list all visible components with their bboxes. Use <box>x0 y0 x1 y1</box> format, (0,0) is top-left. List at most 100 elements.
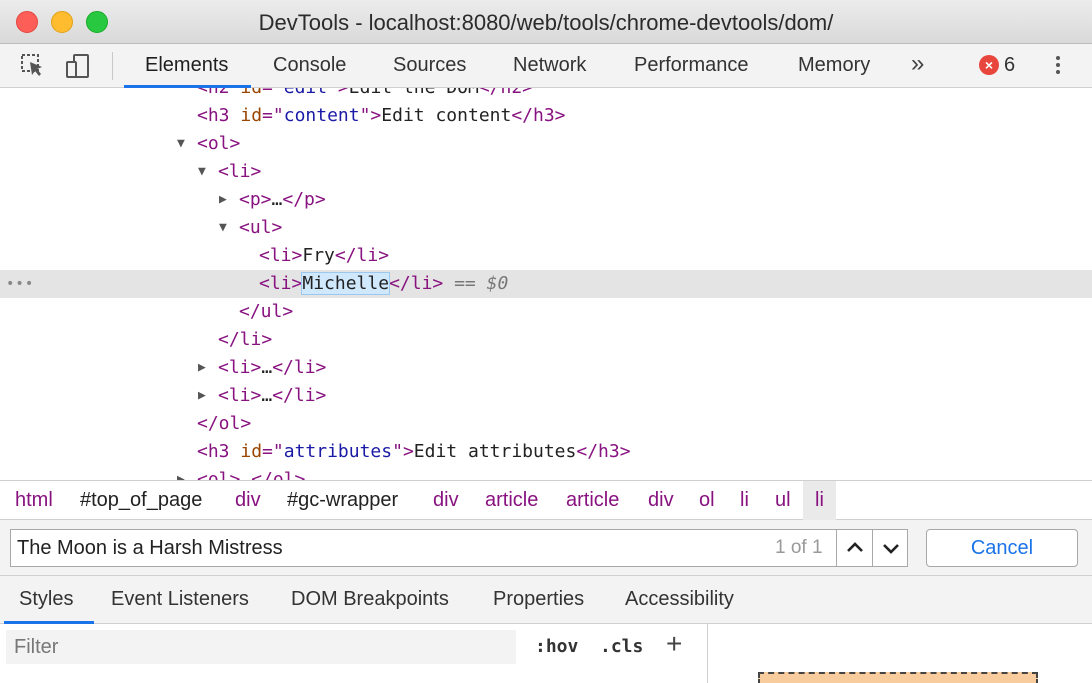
previous-match-button[interactable] <box>836 530 872 566</box>
more-tabs-button[interactable]: » <box>911 44 924 88</box>
breadcrumb-item[interactable]: div <box>235 481 261 520</box>
dom-node-li-close[interactable]: </li> <box>0 326 1092 354</box>
collapse-triangle-icon[interactable]: ▼ <box>198 158 218 186</box>
tab-accessibility[interactable]: Accessibility <box>625 576 734 624</box>
dom-node-li[interactable]: ▼ <li> <box>0 158 1092 186</box>
dom-node-li-michelle-selected[interactable]: ••• <li>Michelle</li> == $0 <box>0 270 1092 298</box>
breadcrumb-item[interactable]: ol <box>699 481 715 520</box>
ellipsis[interactable]: … <box>261 385 272 406</box>
toolbar-separator <box>112 52 113 80</box>
attr-quote: "> <box>359 105 382 126</box>
attr-eq: =" <box>262 105 284 126</box>
tag-open: <li> <box>218 161 262 182</box>
tab-elements[interactable]: Elements <box>145 44 228 88</box>
inspect-element-icon[interactable] <box>20 53 46 79</box>
cancel-button[interactable]: Cancel <box>926 529 1078 567</box>
tab-console[interactable]: Console <box>273 44 346 88</box>
tab-properties[interactable]: Properties <box>493 576 584 624</box>
tag-open: <ul> <box>239 217 283 238</box>
new-style-rule-button[interactable]: + <box>666 628 694 662</box>
ellipsis[interactable]: … <box>240 469 251 480</box>
devtools-window: DevTools - localhost:8080/web/tools/chro… <box>0 0 1092 683</box>
tab-event-listeners[interactable]: Event Listeners <box>111 576 249 624</box>
dom-node-ol-close[interactable]: </ol> <box>0 410 1092 438</box>
tag-open: <h3 <box>197 441 241 462</box>
tab-dom-breakpoints[interactable]: DOM Breakpoints <box>291 576 449 624</box>
tag-open: <h2 <box>197 88 240 98</box>
dom-node-ul-close[interactable]: </ul> <box>0 298 1092 326</box>
dom-tree[interactable]: <h2 id="edit">Edit the DOM</h2> <h3 id="… <box>0 88 1092 480</box>
attr-eq: =" <box>262 441 284 462</box>
dom-node-li-collapsed[interactable]: ▶ <li>…</li> <box>0 382 1092 410</box>
breadcrumb-item[interactable]: #top_of_page <box>80 481 202 520</box>
tag-close: </li> <box>218 329 273 350</box>
search-bar: 1 of 1 Cancel <box>0 520 1092 576</box>
customize-menu-icon[interactable] <box>1048 53 1068 79</box>
breadcrumb-item[interactable]: article <box>566 481 619 520</box>
expand-triangle-icon[interactable]: ▶ <box>177 466 197 480</box>
tab-styles[interactable]: Styles <box>19 576 73 624</box>
dom-node-li-fry[interactable]: <li>Fry</li> <box>0 242 1092 270</box>
dom-node-ol-collapsed[interactable]: ▶ <ol>…</ol> <box>0 466 1092 480</box>
attr-eq: =" <box>262 88 284 98</box>
attr-value: attributes <box>283 441 393 462</box>
attr-name: id <box>240 88 262 98</box>
class-toggle[interactable]: .cls <box>600 630 643 664</box>
dom-node-p[interactable]: ▶ <p>…</p> <box>0 186 1092 214</box>
breadcrumb: html #top_of_page div #gc-wrapper div ar… <box>0 480 1092 520</box>
dom-node-ul[interactable]: ▼ <ul> <box>0 214 1092 242</box>
breadcrumb-item[interactable]: div <box>433 481 459 520</box>
hover-state-toggle[interactable]: :hov <box>535 630 578 664</box>
breadcrumb-item[interactable]: html <box>15 481 53 520</box>
panel-tab-bar: Elements Console Sources Network Perform… <box>0 44 1092 88</box>
tag-close: </ol> <box>251 469 306 480</box>
tag-close: </li> <box>334 245 390 266</box>
console-ref-eq: == <box>454 273 476 294</box>
tab-memory[interactable]: Memory <box>798 44 870 88</box>
tag-open: <li> <box>218 385 262 406</box>
search-box: 1 of 1 <box>10 529 908 567</box>
node-text: Edit attributes <box>413 441 577 462</box>
attr-quote: "> <box>327 88 349 98</box>
ellipsis[interactable]: … <box>272 189 283 210</box>
tag-open: <p> <box>239 189 272 210</box>
next-match-button[interactable] <box>872 530 908 566</box>
collapse-triangle-icon[interactable]: ▼ <box>219 214 239 242</box>
dom-node-h3-attributes[interactable]: <h3 id="attributes">Edit attributes</h3> <box>0 438 1092 466</box>
dom-node-h2[interactable]: <h2 id="edit">Edit the DOM</h2> <box>0 88 1092 102</box>
ellipsis[interactable]: … <box>261 357 272 378</box>
expand-triangle-icon[interactable]: ▶ <box>219 186 239 214</box>
filter-input[interactable] <box>6 630 516 664</box>
node-menu-dots[interactable]: ••• <box>6 270 34 298</box>
search-input[interactable] <box>11 530 756 566</box>
dom-node-li-collapsed[interactable]: ▶ <li>…</li> <box>0 354 1092 382</box>
device-toolbar-icon[interactable] <box>65 53 91 79</box>
breadcrumb-item[interactable]: ul <box>775 481 791 520</box>
breadcrumb-item[interactable]: li <box>740 481 749 520</box>
styles-toolbar: :hov .cls + <box>0 624 708 683</box>
tag-close: </li> <box>389 273 444 294</box>
window-title: DevTools - localhost:8080/web/tools/chro… <box>258 10 834 35</box>
expand-triangle-icon[interactable]: ▶ <box>198 382 218 410</box>
tab-performance[interactable]: Performance <box>634 44 749 88</box>
node-text-editing[interactable]: Michelle <box>301 272 391 295</box>
dom-node-ol[interactable]: ▼ <ol> <box>0 130 1092 158</box>
tab-network[interactable]: Network <box>513 44 586 88</box>
breadcrumb-item[interactable]: article <box>485 481 538 520</box>
dom-node-h3-content[interactable]: <h3 id="content">Edit content</h3> <box>0 102 1092 130</box>
collapse-triangle-icon[interactable]: ▼ <box>177 130 197 158</box>
node-text: Edit the DOM <box>349 88 479 98</box>
tag-open: <li> <box>259 245 303 266</box>
breadcrumb-item[interactable]: #gc-wrapper <box>287 481 398 520</box>
error-count[interactable]: 6 <box>1004 44 1015 88</box>
breadcrumb-item-active[interactable]: li <box>803 481 836 520</box>
breadcrumb-item[interactable]: div <box>648 481 674 520</box>
title-bar: DevTools - localhost:8080/web/tools/chro… <box>0 0 1092 44</box>
tab-sources[interactable]: Sources <box>393 44 466 88</box>
tag-open: <ol> <box>197 469 241 480</box>
tag-close: </li> <box>272 357 327 378</box>
attr-value: edit <box>284 88 327 98</box>
expand-triangle-icon[interactable]: ▶ <box>198 354 218 382</box>
error-icon[interactable]: × <box>979 55 999 75</box>
tag-close: </p> <box>282 189 326 210</box>
